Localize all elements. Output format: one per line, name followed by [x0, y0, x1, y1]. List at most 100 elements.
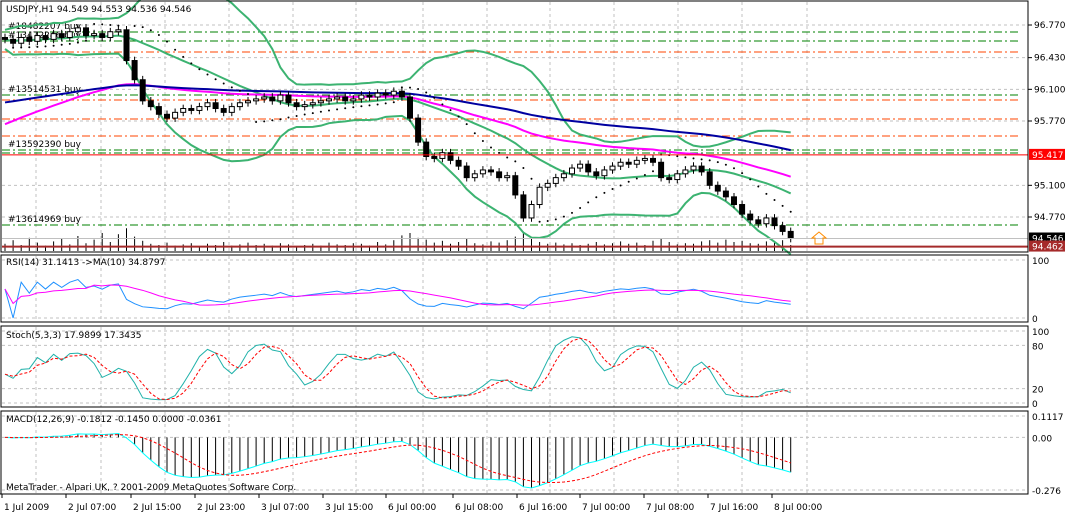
parabolic-sar-dot: [635, 177, 638, 180]
candle-body: [253, 98, 260, 102]
order-label: #13592390 buy: [8, 140, 82, 150]
parabolic-sar-dot: [295, 114, 298, 117]
parabolic-sar-dot: [336, 108, 339, 111]
parabolic-sar-dot: [619, 184, 622, 187]
parabolic-sar-dot: [166, 40, 168, 43]
parabolic-sar-dot: [441, 103, 444, 106]
candle-body: [26, 36, 33, 42]
candle-body: [358, 94, 365, 100]
candle-body: [682, 169, 689, 175]
main-price-panel[interactable]: #18482207 buy#13472246 buy#13514531 buy#…: [2, 0, 1028, 256]
indicator-tick-label: 0.1117: [1032, 413, 1064, 423]
parabolic-sar-dot: [198, 68, 201, 71]
parabolic-sar-dot: [36, 45, 39, 48]
parabolic-sar-dot: [360, 105, 363, 108]
parabolic-sar-dot: [303, 113, 306, 116]
parabolic-sar-dot: [749, 178, 752, 181]
parabolic-sar-dot: [20, 46, 23, 49]
parabolic-sar-dot: [222, 82, 225, 85]
parabolic-sar-dot: [214, 78, 217, 81]
candle-body: [34, 35, 41, 42]
parabolic-sar-dot: [133, 24, 136, 27]
candle-body: [658, 161, 665, 179]
parabolic-sar-dot: [93, 23, 96, 26]
parabolic-sar-dot: [376, 103, 379, 106]
price-marker-label: 94.462: [1032, 243, 1064, 253]
candle-body: [10, 38, 17, 44]
candle-body: [520, 194, 527, 219]
candle-body: [155, 106, 162, 115]
parabolic-sar-dot: [538, 220, 541, 223]
candle-body: [771, 217, 778, 227]
parabolic-sar-dot: [230, 86, 233, 89]
parabolic-sar-dot: [279, 118, 282, 121]
candle-body: [58, 33, 65, 38]
buy-arrow-icon: [810, 231, 828, 245]
candle-body: [236, 102, 243, 108]
candle-body: [91, 33, 98, 37]
parabolic-sar-dot: [141, 26, 144, 29]
candle-body: [536, 186, 543, 206]
candle-body: [342, 96, 349, 102]
parabolic-sar-dot: [465, 123, 468, 126]
candle-body: [431, 156, 438, 159]
parabolic-sar-dot: [571, 211, 573, 214]
candle-body: [204, 102, 211, 108]
candle-body: [293, 102, 300, 108]
parabolic-sar-dot: [652, 170, 654, 173]
candle-body: [593, 171, 600, 177]
candle-body: [74, 27, 81, 33]
time-label: 1 Jul 2009: [4, 503, 49, 513]
candle-body: [625, 161, 632, 165]
candle-body: [83, 27, 89, 37]
candle-body: [423, 141, 430, 158]
candle-body: [439, 152, 446, 159]
parabolic-sar-dot: [741, 172, 744, 175]
parabolic-sar-dot: [684, 156, 687, 159]
parabolic-sar-dot: [384, 102, 387, 105]
candle-body: [382, 92, 389, 96]
parabolic-sar-dot: [263, 120, 266, 123]
candle-body: [455, 159, 462, 167]
candle-body: [528, 204, 535, 219]
parabolic-sar-dot: [52, 44, 55, 47]
stoch-label: Stoch(5,3,3) 17.9899 17.3435: [6, 331, 141, 341]
parabolic-sar-dot: [182, 55, 185, 58]
price-tick-label: 95.100: [1034, 181, 1065, 191]
candle-body: [350, 98, 357, 102]
candle-body: [706, 171, 713, 186]
candle-body: [374, 92, 381, 98]
candle-body: [366, 94, 373, 98]
parabolic-sar-dot: [117, 24, 120, 27]
parabolic-sar-dot: [344, 107, 347, 110]
candle-body: [747, 213, 754, 221]
candle-body: [277, 94, 284, 102]
parabolic-sar-dot: [595, 196, 598, 199]
parabolic-sar-dot: [449, 109, 452, 112]
candle-body: [447, 152, 454, 161]
parabolic-sar-dot: [417, 88, 420, 91]
parabolic-sar-dot: [773, 198, 776, 201]
indicator-panels[interactable]: [4, 278, 792, 489]
parabolic-sar-dot: [514, 160, 517, 163]
candle-body: [99, 33, 106, 38]
axes: 1 Jul 2009 2 Jul 07:00 2 Jul 15:00 2 Jul 23…: [0, 0, 1065, 513]
parabolic-sar-dot: [708, 159, 711, 162]
parabolic-sar-dot: [109, 24, 112, 27]
candle-body: [471, 173, 478, 179]
parabolic-sar-dot: [85, 39, 87, 42]
price-tick-label: 95.770: [1034, 117, 1065, 127]
bollinger-upper: [4, 0, 791, 148]
parabolic-sar-dot: [789, 210, 792, 213]
parabolic-sar-dot: [587, 201, 590, 204]
candle-body: [544, 182, 551, 188]
parabolic-sar-dot: [481, 139, 484, 142]
rsi-ma-line: [4, 284, 791, 306]
candle-body: [212, 102, 219, 110]
parabolic-sar-dot: [328, 109, 330, 112]
copyright-footer: MetaTrader - Alpari UK, ? 2001-2009 Meta…: [6, 483, 296, 493]
candle-body: [488, 169, 494, 173]
chart-canvas[interactable]: #18482207 buy#13472246 buy#13514531 buy#…: [0, 0, 1065, 514]
parabolic-sar-dot: [44, 45, 47, 48]
parabolic-sar-dot: [611, 187, 614, 190]
